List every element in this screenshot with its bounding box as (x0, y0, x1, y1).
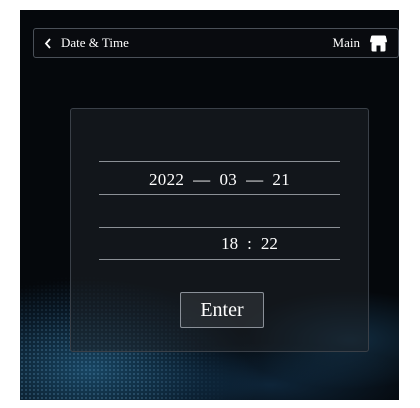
year-value[interactable]: 2022 (149, 170, 184, 190)
date-separator: — (246, 169, 264, 189)
day-value[interactable]: 21 (272, 170, 290, 190)
time-picker[interactable]: 18 : 22 (99, 229, 340, 259)
main-label: Main (332, 35, 360, 50)
time-picker-top-line (99, 227, 340, 228)
date-picker-bottom-line (99, 194, 340, 195)
main-button[interactable]: Main (333, 29, 388, 57)
home-icon (369, 35, 388, 52)
date-time-panel: 2022 — 03 — 21 18 : 22 Enter (70, 108, 369, 352)
time-picker-bottom-line (99, 259, 340, 260)
hour-value[interactable]: 18 (221, 234, 238, 254)
device-screen: Date & Time Main 2022 — 03 — 21 18: 22 … (20, 10, 399, 400)
date-picker[interactable]: 2022 — 03 — 21 (99, 164, 340, 195)
enter-button[interactable]: Enter (180, 292, 264, 328)
minute-value[interactable]: 22 (261, 234, 278, 254)
page-title: Date & Time (61, 35, 129, 50)
back-button[interactable]: Date & Time (44, 29, 129, 57)
time-separator: : (247, 234, 252, 253)
month-value[interactable]: 03 (219, 170, 237, 190)
top-bar: Date & Time Main (33, 28, 399, 58)
date-picker-top-line (99, 161, 340, 162)
chevron-left-icon (44, 37, 51, 49)
date-separator: — (193, 169, 211, 189)
